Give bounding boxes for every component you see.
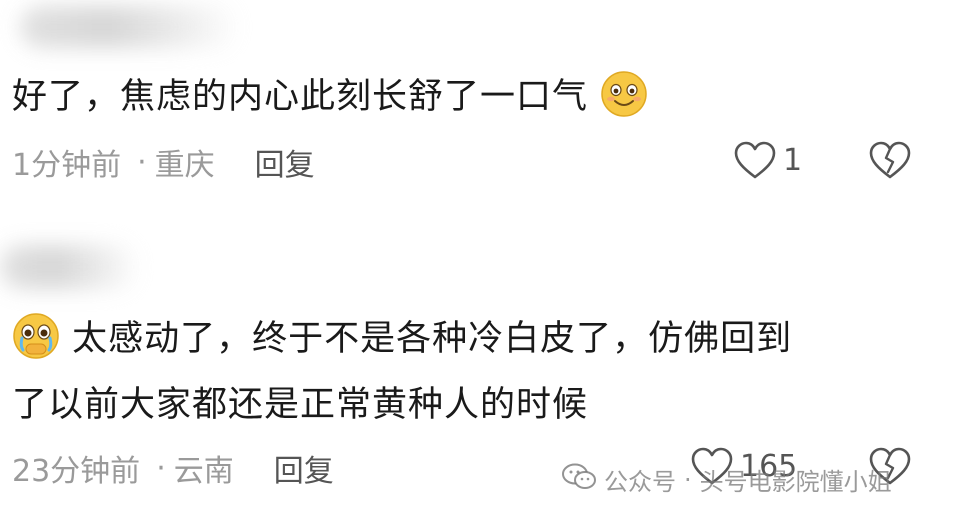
watermark: 公众号 · 头号电影院懂小姐 <box>562 462 892 497</box>
comment-list: 好了，焦虑的内心此刻长舒了一口气 1分钟前 · 重庆 回复 1 太感动了，终于不… <box>0 0 960 518</box>
comment-body: 太感动了，终于不是各种冷白皮了，仿佛回到 了以前大家都还是正常黄种人的时候 <box>12 306 912 438</box>
watermark-separator: · <box>684 465 692 494</box>
watermark-source: 公众号 <box>604 468 676 496</box>
like-button[interactable]: 1 <box>733 140 802 180</box>
like-count: 1 <box>783 142 803 178</box>
comment-text: 好了，焦虑的内心此刻长舒了一口气 <box>12 77 589 117</box>
comment-time: 1分钟前 <box>12 148 122 183</box>
wechat-icon <box>562 463 596 497</box>
pleading-face-emoji <box>13 313 59 359</box>
watermark-author: 头号电影院懂小姐 <box>699 468 892 496</box>
smiling-face-emoji <box>601 71 647 117</box>
broken-heart-icon[interactable] <box>868 140 912 180</box>
comment-time: 23分钟前 <box>12 454 141 489</box>
comment-meta: 23分钟前 · 云南 回复 <box>12 446 334 490</box>
comment-body: 好了，焦虑的内心此刻长舒了一口气 <box>12 64 648 130</box>
comment-line: 了以前大家都还是正常黄种人的时候 <box>12 385 589 425</box>
reply-button[interactable]: 回复 <box>274 446 334 490</box>
comment-location: 云南 <box>173 454 234 489</box>
meta-separator: · <box>137 144 147 180</box>
reply-button[interactable]: 回复 <box>255 140 315 184</box>
comment-text: 太感动了，终于不是各种冷白皮了，仿佛回到 <box>72 319 793 359</box>
meta-separator: · <box>156 450 166 486</box>
comment-line: 太感动了，终于不是各种冷白皮了，仿佛回到 <box>12 306 912 372</box>
heart-outline-icon <box>733 140 777 180</box>
blurred-username <box>0 245 140 289</box>
blurred-username <box>20 6 240 48</box>
comment-meta: 1分钟前 · 重庆 回复 <box>12 140 315 184</box>
comment-location: 重庆 <box>154 148 215 183</box>
